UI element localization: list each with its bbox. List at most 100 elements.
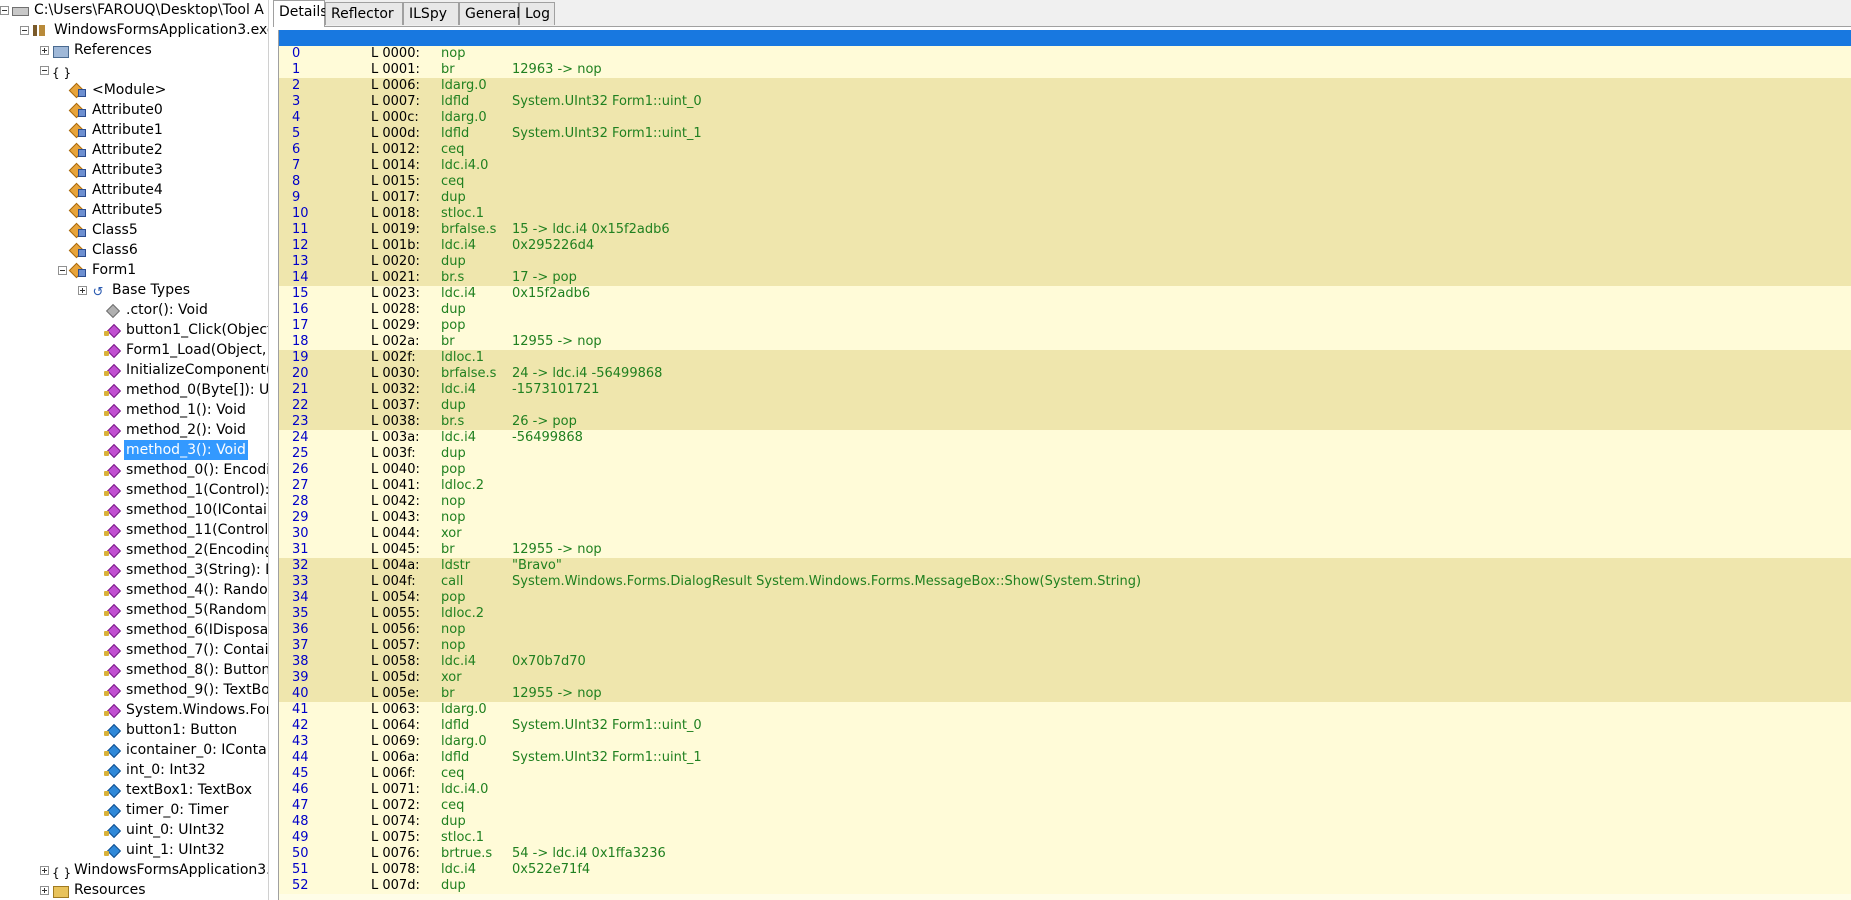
il-row[interactable]: 6 L 0012: ceq — [279, 142, 1851, 158]
il-row[interactable]: 5 L 000d: ldfld System.UInt32 Form1::uint_1 — [279, 126, 1851, 142]
tree-node[interactable]: timer_0: Timer — [104, 800, 230, 820]
tree-node[interactable]: WindowsFormsApplication3.exe — [20, 20, 268, 40]
tree-node[interactable]: .ctor(): Void — [104, 300, 210, 320]
il-listing[interactable]: 0 L 0000: nop 1 L 0001: br 12963 -> nop 2 L 0006… — [278, 30, 1851, 900]
il-row[interactable]: 35 L 0055: ldloc.2 — [279, 606, 1851, 622]
tree-node[interactable]: int_0: Int32 — [104, 760, 208, 780]
il-row[interactable]: 15 L 0023: ldc.i4 0x15f2adb6 — [279, 286, 1851, 302]
tree-node[interactable]: smethod_10(IContainer — [104, 500, 268, 520]
tree-node[interactable]: Class6 — [70, 240, 140, 260]
il-row[interactable]: 13 L 0020: dup — [279, 254, 1851, 270]
il-row[interactable]: 27 L 0041: ldloc.2 — [279, 478, 1851, 494]
tree-node[interactable]: uint_1: UInt32 — [104, 840, 227, 860]
il-row[interactable]: 43 L 0069: ldarg.0 — [279, 734, 1851, 750]
tree-node[interactable]: button1_Click(Object, Ev — [104, 320, 268, 340]
il-row[interactable]: 36 L 0056: nop — [279, 622, 1851, 638]
tree-node[interactable]: Resources — [40, 880, 148, 900]
il-row[interactable]: 22 L 0037: dup — [279, 398, 1851, 414]
il-row[interactable]: 2 L 0006: ldarg.0 — [279, 78, 1851, 94]
il-row[interactable]: 34 L 0054: pop — [279, 590, 1851, 606]
tree-node[interactable]: smethod_1(Control): St — [104, 480, 268, 500]
tree-node[interactable]: <Module> — [70, 80, 168, 100]
il-row[interactable]: 7 L 0014: ldc.i4.0 — [279, 158, 1851, 174]
tree-node[interactable]: Attribute3 — [70, 160, 165, 180]
il-row[interactable]: 25 L 003f: dup — [279, 446, 1851, 462]
il-row[interactable]: 24 L 003a: ldc.i4 -56499868 — [279, 430, 1851, 446]
collapse-icon[interactable] — [20, 25, 29, 35]
il-row[interactable]: 38 L 0058: ldc.i4 0x70b7d70 — [279, 654, 1851, 670]
il-row[interactable]: 42 L 0064: ldfld System.UInt32 Form1::uint_… — [279, 718, 1851, 734]
tree-node[interactable]: InitializeComponent(): V — [104, 360, 268, 380]
il-row[interactable]: 20 L 0030: brfalse.s 24 -> ldc.i4 -56499868 — [279, 366, 1851, 382]
il-row[interactable]: 33 L 004f: call System.Windows.Forms.Dialog… — [279, 574, 1851, 590]
il-row[interactable]: 16 L 0028: dup — [279, 302, 1851, 318]
il-row[interactable]: 50 L 0076: brtrue.s 54 -> ldc.i4 0x1ffa3236 — [279, 846, 1851, 862]
il-row[interactable]: 18 L 002a: br 12955 -> nop — [279, 334, 1851, 350]
il-row[interactable]: 1 L 0001: br 12963 -> nop — [279, 62, 1851, 78]
il-row[interactable]: 21 L 0032: ldc.i4 -1573101721 — [279, 382, 1851, 398]
tree-node[interactable]: uint_0: UInt32 — [104, 820, 227, 840]
il-row[interactable]: 31 L 0045: br 12955 -> nop — [279, 542, 1851, 558]
il-row[interactable]: 19 L 002f: ldloc.1 — [279, 350, 1851, 366]
tree-node[interactable]: smethod_7(): Container — [104, 640, 268, 660]
il-row[interactable]: 29 L 0043: nop — [279, 510, 1851, 526]
tree-node[interactable]: smethod_8(): Button — [104, 660, 268, 680]
tree-node[interactable]: smethod_6(IDisposable) — [104, 620, 268, 640]
tree-node[interactable]: Attribute5 — [70, 200, 165, 220]
expand-icon[interactable] — [40, 885, 49, 895]
il-row[interactable]: 30 L 0044: xor — [279, 526, 1851, 542]
tree-node[interactable]: smethod_4(): Random — [104, 580, 268, 600]
il-row[interactable]: 37 L 0057: nop — [279, 638, 1851, 654]
tree-node[interactable]: method_3(): Void — [104, 440, 248, 460]
il-row[interactable]: 0 L 0000: nop — [279, 46, 1851, 62]
il-row[interactable]: 10 L 0018: stloc.1 — [279, 206, 1851, 222]
tree-node[interactable]: Form1 — [58, 260, 138, 280]
expand-icon[interactable] — [40, 865, 49, 875]
collapse-icon[interactable] — [58, 265, 67, 275]
il-row[interactable]: 48 L 0074: dup — [279, 814, 1851, 830]
tree-node[interactable]: textBox1: TextBox — [104, 780, 254, 800]
tree-node[interactable]: method_0(Byte[]): UInt3 — [104, 380, 268, 400]
tab-log[interactable]: Log — [519, 2, 555, 25]
il-row[interactable]: 39 L 005d: xor — [279, 670, 1851, 686]
il-row[interactable]: 3 L 0007: ldfld System.UInt32 Form1::uint_0 — [279, 94, 1851, 110]
tree-node[interactable]: smethod_3(String): Dial — [104, 560, 268, 580]
il-row[interactable]: 47 L 0072: ceq — [279, 798, 1851, 814]
collapse-icon[interactable] — [0, 5, 9, 15]
tree-node[interactable]: Attribute0 — [70, 100, 165, 120]
tree-node[interactable]: Attribute1 — [70, 120, 165, 140]
il-row[interactable]: 11 L 0019: brfalse.s 15 -> ldc.i4 0x15f2adb… — [279, 222, 1851, 238]
tree-node[interactable]: { } WindowsFormsApplication3.Pr — [40, 860, 268, 880]
il-row[interactable]: 8 L 0015: ceq — [279, 174, 1851, 190]
tree-node[interactable]: Attribute4 — [70, 180, 165, 200]
tab-general[interactable]: General — [459, 2, 520, 25]
tree-node[interactable]: button1: Button — [104, 720, 239, 740]
tree-node[interactable]: References — [40, 40, 154, 60]
expand-icon[interactable] — [78, 285, 87, 295]
il-row[interactable]: 44 L 006a: ldfld System.UInt32 Form1::uint_… — [279, 750, 1851, 766]
tab-reflector[interactable]: Reflector — [325, 2, 403, 25]
tree-node[interactable]: C:\Users\FAROUQ\Desktop\Tool A O — [0, 0, 268, 20]
il-row[interactable]: 45 L 006f: ceq — [279, 766, 1851, 782]
il-row[interactable]: 46 L 0071: ldc.i4.0 — [279, 782, 1851, 798]
assembly-tree[interactable]: C:\Users\FAROUQ\Desktop\Tool A O WindowsF… — [0, 0, 269, 900]
tree-node[interactable]: smethod_11(Control): V — [104, 520, 268, 540]
il-row[interactable]: 4 L 000c: ldarg.0 — [279, 110, 1851, 126]
tree-node[interactable]: smethod_0(): Encoding — [104, 460, 268, 480]
il-row[interactable]: 32 L 004a: ldstr "Bravo" — [279, 558, 1851, 574]
il-row[interactable]: 23 L 0038: br.s 26 -> pop — [279, 414, 1851, 430]
il-row[interactable]: 17 L 0029: pop — [279, 318, 1851, 334]
il-row[interactable]: 51 L 0078: ldc.i4 0x522e71f4 — [279, 862, 1851, 878]
il-row[interactable]: 9 L 0017: dup — [279, 190, 1851, 206]
il-row[interactable]: 41 L 0063: ldarg.0 — [279, 702, 1851, 718]
il-row[interactable]: 49 L 0075: stloc.1 — [279, 830, 1851, 846]
tree-node[interactable]: Class5 — [70, 220, 140, 240]
collapse-icon[interactable] — [40, 65, 49, 75]
tree-node[interactable]: ↺ Base Types — [78, 280, 192, 300]
tab-details[interactable]: Details — [273, 0, 328, 27]
tree-node[interactable]: Form1_Load(Object, Eve — [104, 340, 268, 360]
il-row[interactable]: 12 L 001b: ldc.i4 0x295226d4 — [279, 238, 1851, 254]
tree-node[interactable]: method_1(): Void — [104, 400, 248, 420]
expand-icon[interactable] — [40, 45, 49, 55]
il-row[interactable]: 28 L 0042: nop — [279, 494, 1851, 510]
